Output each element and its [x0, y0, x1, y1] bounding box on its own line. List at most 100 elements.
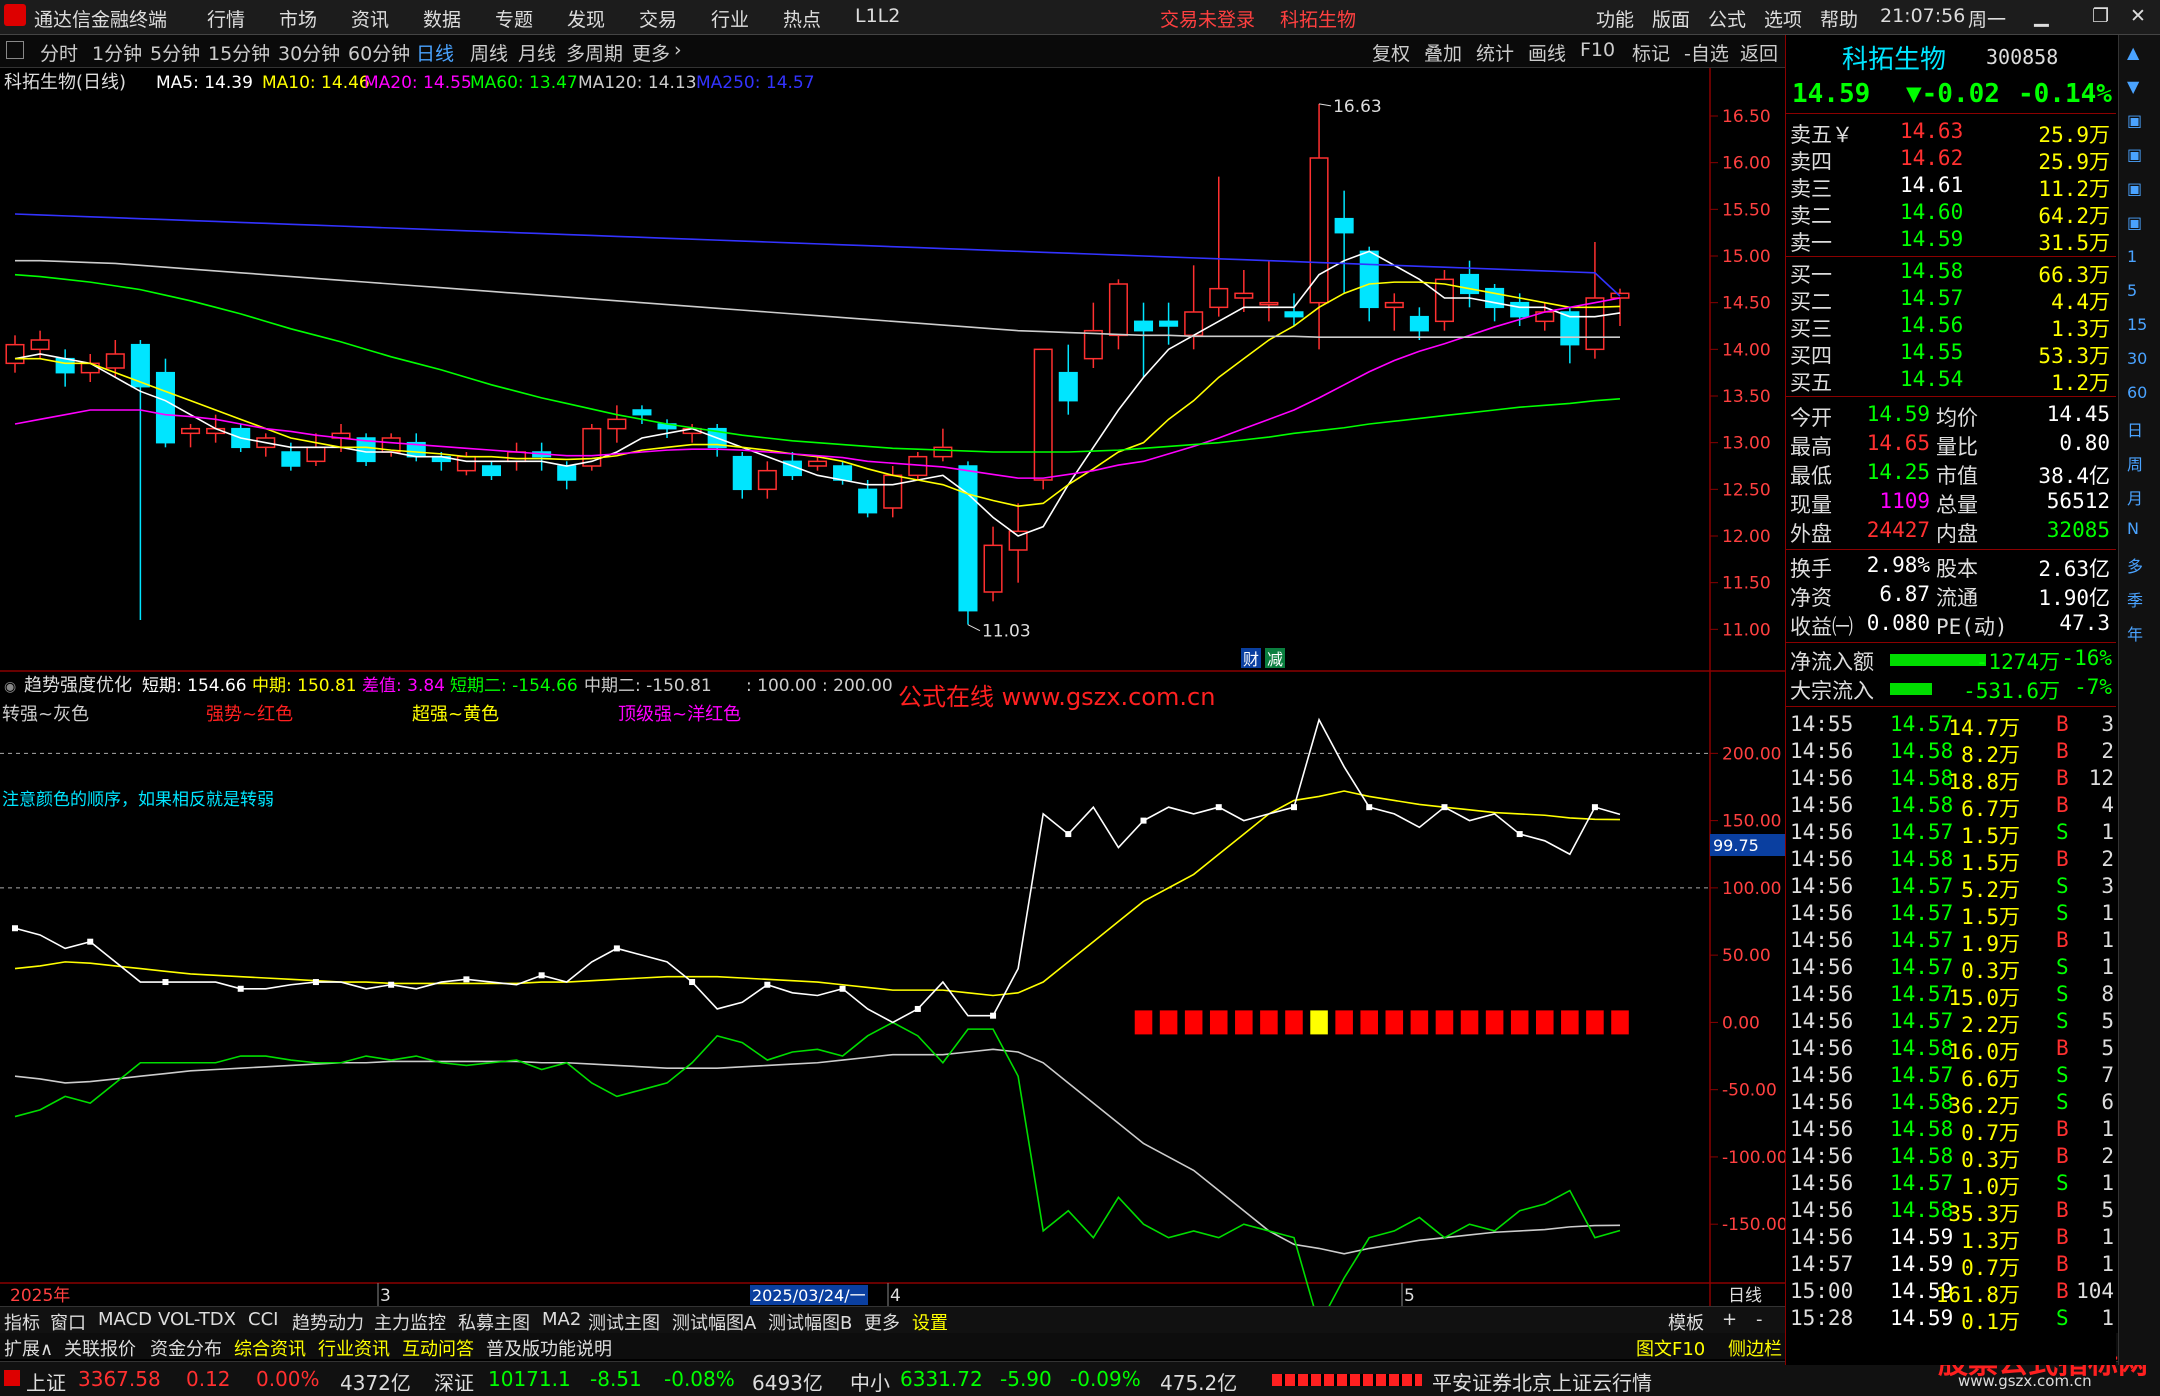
candle-body[interactable] — [557, 465, 577, 481]
chevron-right-icon[interactable]: › — [674, 39, 682, 61]
btn-overlay[interactable]: 叠加 — [1424, 39, 1462, 66]
side-period-button[interactable]: 季 — [2127, 587, 2143, 611]
candle-body[interactable] — [1033, 348, 1053, 481]
menu-function[interactable]: 功能 — [1596, 5, 1634, 32]
side-period-button[interactable]: 1 — [2127, 247, 2137, 266]
candle-body[interactable] — [933, 446, 953, 458]
menu-topics[interactable]: 专题 — [495, 5, 533, 32]
side-period-button[interactable]: 年 — [2127, 621, 2143, 645]
tab-vol[interactable]: VOL-TDX — [158, 1309, 236, 1330]
ext-help[interactable]: 普及版功能说明 — [486, 1335, 612, 1361]
tab-macd[interactable]: MACD — [98, 1309, 152, 1330]
tab-main-monitor[interactable]: 主力监控 — [374, 1309, 446, 1335]
ext-f10[interactable]: 图文F10 — [1636, 1335, 1705, 1361]
candle-body[interactable] — [858, 488, 878, 514]
candle-body[interactable] — [1384, 301, 1404, 309]
menu-data[interactable]: 数据 — [423, 5, 461, 32]
candle-body[interactable] — [481, 465, 502, 477]
menu-hot[interactable]: 热点 — [783, 5, 821, 32]
period-5min[interactable]: 5分钟 — [150, 39, 200, 66]
up-arrow-icon[interactable]: ▲ — [2127, 43, 2139, 62]
candle-body[interactable] — [181, 427, 201, 435]
btn-remove-favorite[interactable]: -自选 — [1684, 39, 1729, 66]
period-weekly[interactable]: 周线 — [470, 39, 508, 66]
tab-settings[interactable]: 设置 — [912, 1309, 948, 1335]
period-60min[interactable]: 60分钟 — [348, 39, 410, 66]
candle-body[interactable] — [30, 339, 50, 351]
tab-private-main[interactable]: 私募主图 — [458, 1309, 530, 1335]
bid-row[interactable]: 买二 14.57 4.4万 — [1786, 286, 2116, 314]
ext-fund-distribution[interactable]: 资金分布 — [150, 1335, 222, 1361]
side-period-button[interactable]: 5 — [2127, 281, 2137, 300]
period-daily[interactable]: 日线 — [416, 39, 454, 66]
candle-body[interactable] — [105, 353, 125, 369]
side-period-button[interactable]: 多 — [2127, 553, 2143, 577]
menu-help[interactable]: 帮助 — [1820, 5, 1858, 32]
finance-marker[interactable]: 财 — [1243, 650, 1259, 669]
candle-body[interactable] — [1334, 217, 1354, 234]
candle-body[interactable] — [1159, 320, 1179, 327]
ask-row[interactable]: 卖五￥ 14.63 25.9万 — [1786, 119, 2116, 147]
candle-body[interactable] — [1585, 297, 1605, 351]
candle-body[interactable] — [1309, 157, 1329, 304]
tab-ma2[interactable]: MA2 — [542, 1309, 581, 1330]
candle-body[interactable] — [607, 418, 627, 430]
tab-test-main[interactable]: 测试主图 — [588, 1309, 660, 1335]
candle-body[interactable] — [732, 455, 752, 491]
candle-body[interactable] — [807, 460, 828, 467]
candle-body[interactable] — [155, 371, 175, 444]
ask-row[interactable]: 卖二 14.60 64.2万 — [1786, 200, 2116, 228]
candle-body[interactable] — [883, 474, 903, 509]
sh-label[interactable]: 上证 — [26, 1367, 66, 1396]
candle-body[interactable] — [1259, 301, 1279, 306]
sidebar-toggle-icon[interactable] — [6, 41, 24, 59]
candle-body[interactable] — [507, 451, 527, 463]
ask-row[interactable]: 卖一 14.59 31.5万 — [1786, 227, 2116, 255]
menu-industry[interactable]: 行业 — [711, 5, 749, 32]
side-period-button[interactable]: 15 — [2127, 315, 2147, 334]
candle-body[interactable] — [80, 362, 100, 374]
period-multi[interactable]: 多周期 — [566, 39, 623, 66]
candle-body[interactable] — [1133, 320, 1154, 332]
bid-row[interactable]: 买四 14.55 53.3万 — [1786, 340, 2116, 368]
ext-qa[interactable]: 互动问答 — [402, 1335, 474, 1361]
tab-more[interactable]: 更多 — [864, 1309, 900, 1335]
ask-row[interactable]: 卖三 14.61 11.2万 — [1786, 173, 2116, 201]
minimize-icon[interactable]: ▁ — [2034, 5, 2049, 27]
candle-body[interactable] — [456, 455, 476, 472]
trade-login-notice[interactable]: 交易未登录 — [1160, 5, 1255, 32]
menu-discover[interactable]: 发现 — [567, 5, 605, 32]
tab-cci[interactable]: CCI — [248, 1309, 278, 1330]
menu-market[interactable]: 市场 — [279, 5, 317, 32]
ext-industry-news[interactable]: 行业资讯 — [318, 1335, 390, 1361]
tab-remove[interactable]: - — [1756, 1309, 1763, 1330]
candle-body[interactable] — [306, 446, 326, 463]
menu-layout[interactable]: 版面 — [1652, 5, 1690, 32]
tab-trend-power[interactable]: 趋势动力 — [292, 1309, 364, 1335]
period-monthly[interactable]: 月线 — [518, 39, 556, 66]
side-period-button[interactable]: 30 — [2127, 349, 2147, 368]
ext-general-news[interactable]: 综合资讯 — [234, 1335, 306, 1361]
btn-stats[interactable]: 统计 — [1476, 39, 1514, 66]
ext-expand[interactable]: 扩展∧ — [4, 1335, 53, 1361]
down-arrow-icon[interactable]: ▼ — [2127, 77, 2139, 96]
bid-row[interactable]: 买三 14.56 1.3万 — [1786, 313, 2116, 341]
candle-body[interactable] — [5, 343, 25, 365]
bid-row[interactable]: 买五 14.54 1.2万 — [1786, 367, 2116, 395]
btn-restore-rights[interactable]: 复权 — [1372, 39, 1410, 66]
restore-icon[interactable]: ❐ — [2092, 5, 2109, 27]
reduce-marker[interactable]: 减 — [1267, 650, 1283, 669]
list-icon[interactable]: ▣ — [2127, 111, 2142, 130]
menu-quotes[interactable]: 行情 — [207, 5, 245, 32]
side-period-button[interactable]: 周 — [2127, 451, 2143, 475]
tab-test-sub-b[interactable]: 测试幅图B — [768, 1309, 852, 1335]
side-period-button[interactable]: 月 — [2127, 485, 2143, 509]
sz-label[interactable]: 深证 — [434, 1367, 474, 1396]
candle-body[interactable] — [281, 451, 301, 467]
menu-trade[interactable]: 交易 — [639, 5, 677, 32]
btn-f10[interactable]: F10 — [1580, 39, 1615, 61]
tab-template[interactable]: 模板 — [1668, 1309, 1704, 1335]
candle-body[interactable] — [1234, 292, 1254, 299]
candle-body[interactable] — [582, 427, 602, 467]
period-15min[interactable]: 15分钟 — [208, 39, 270, 66]
